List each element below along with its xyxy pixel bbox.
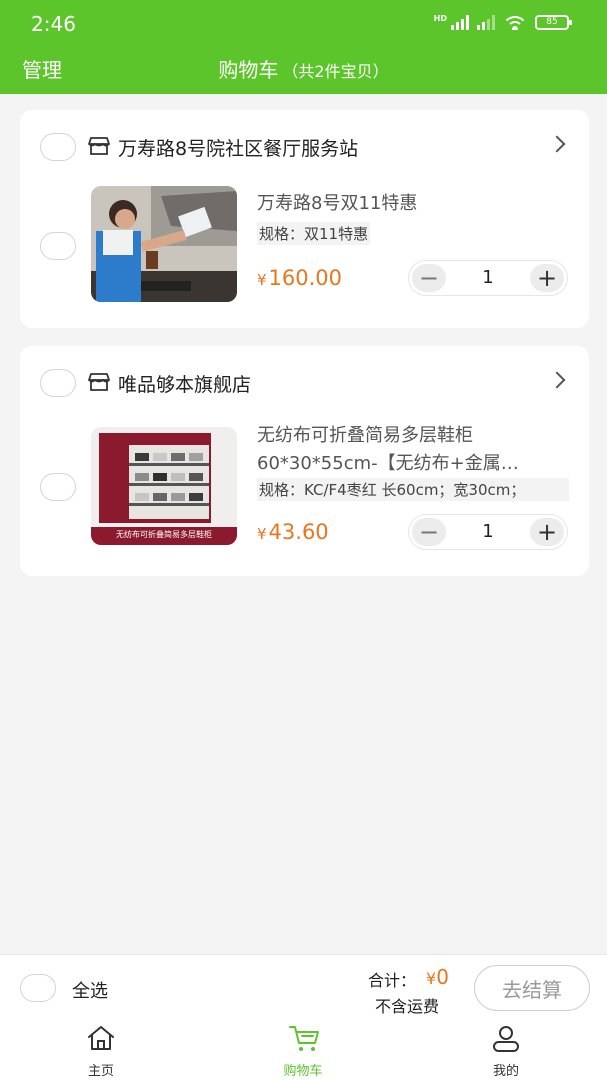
- shop-card: 唯品够本旗舰店 无纺布可折叠简易多层鞋柜 无纺布可折叠简易多层鞋柜60*30*5…: [20, 346, 589, 576]
- cart-icon: [289, 1026, 319, 1051]
- battery-level: 85: [546, 17, 558, 27]
- page-title-text: 购物车: [218, 58, 279, 82]
- currency-symbol: ¥: [426, 969, 437, 988]
- product-image-kitchen: [91, 186, 237, 302]
- header-bar: 管理 购物车 （共2件宝贝）: [0, 44, 607, 94]
- increase-button[interactable]: +: [530, 518, 564, 546]
- product-spec: 规格：双11特惠: [257, 222, 371, 245]
- image-caption: 无纺布可折叠简易多层鞋柜: [116, 530, 212, 539]
- product-spec: 规格：KC/F4枣红 长60cm；宽30cm；: [257, 478, 569, 501]
- shop-name: 唯品够本旗舰店: [118, 374, 252, 396]
- status-bar: 2:46 HD 85: [0, 0, 607, 44]
- chevron-right-icon[interactable]: [548, 135, 566, 153]
- product-price-value: 43.60: [268, 520, 329, 544]
- tab-cart[interactable]: 购物车: [243, 1020, 363, 1080]
- quantity-stepper: − 1 +: [408, 514, 568, 550]
- battery-icon: 85: [535, 14, 572, 30]
- profile-icon: [493, 1026, 519, 1052]
- product-select-checkbox[interactable]: [40, 473, 76, 501]
- wifi-icon: [503, 14, 527, 30]
- total-amount: ¥0: [426, 965, 449, 989]
- currency-symbol: ¥: [257, 525, 267, 543]
- total-value: 0: [436, 965, 449, 989]
- product-image-shoe-rack: [91, 427, 237, 545]
- chevron-right-icon[interactable]: [548, 371, 566, 389]
- tab-home-label: 主页: [87, 1064, 114, 1079]
- checkout-bar: 全选 合计： ¥0 不含运费 去结算: [0, 954, 607, 1020]
- signal-icon: [451, 14, 469, 30]
- tab-profile-label: 我的: [492, 1064, 519, 1079]
- signal-2-icon: [477, 14, 495, 30]
- shop-card: 万寿路8号院社区餐厅服务站 万寿路8号双11特惠 规格：双11特惠 ¥160.0…: [20, 110, 589, 328]
- tab-home[interactable]: 主页: [41, 1020, 161, 1080]
- shop-header[interactable]: 唯品够本旗舰店: [20, 368, 589, 398]
- shop-select-checkbox[interactable]: [40, 133, 76, 161]
- home-icon: [88, 1026, 114, 1050]
- select-all-checkbox[interactable]: [20, 974, 56, 1002]
- product-select-checkbox[interactable]: [40, 232, 76, 260]
- status-icons: HD 85: [433, 14, 572, 30]
- page-title: 购物车 （共2件宝贝）: [0, 54, 607, 83]
- increase-button[interactable]: +: [530, 264, 564, 292]
- product-image[interactable]: [91, 186, 237, 302]
- item-count: （共2件宝贝）: [282, 62, 389, 81]
- tab-cart-label: 购物车: [283, 1064, 323, 1079]
- shop-name: 万寿路8号院社区餐厅服务站: [118, 138, 359, 160]
- shop-header[interactable]: 万寿路8号院社区餐厅服务站: [20, 132, 589, 162]
- shop-select-checkbox[interactable]: [40, 369, 76, 397]
- tab-bar: 主页 购物车 我的: [0, 1020, 607, 1080]
- currency-symbol: ¥: [257, 271, 267, 289]
- quantity-stepper: − 1 +: [408, 260, 568, 296]
- shop-icon: [88, 373, 110, 391]
- select-all-label[interactable]: 全选: [72, 977, 108, 1003]
- status-time: 2:46: [31, 12, 76, 36]
- product-price: ¥43.60: [257, 520, 329, 544]
- product-title: 万寿路8号双11特惠: [257, 193, 418, 214]
- shipping-note: 不含运费: [375, 997, 440, 1016]
- shop-icon: [88, 137, 110, 155]
- checkout-button[interactable]: 去结算: [474, 965, 590, 1011]
- total-label: 合计：: [368, 971, 417, 990]
- product-image[interactable]: 无纺布可折叠简易多层鞋柜: [91, 427, 237, 545]
- tab-profile[interactable]: 我的: [446, 1020, 566, 1080]
- network-type: HD: [433, 14, 447, 23]
- product-title: 无纺布可折叠简易多层鞋柜60*30*55cm-【无纺布+金属…: [257, 425, 519, 474]
- product-price-value: 160.00: [268, 266, 343, 290]
- product-price: ¥160.00: [257, 266, 342, 290]
